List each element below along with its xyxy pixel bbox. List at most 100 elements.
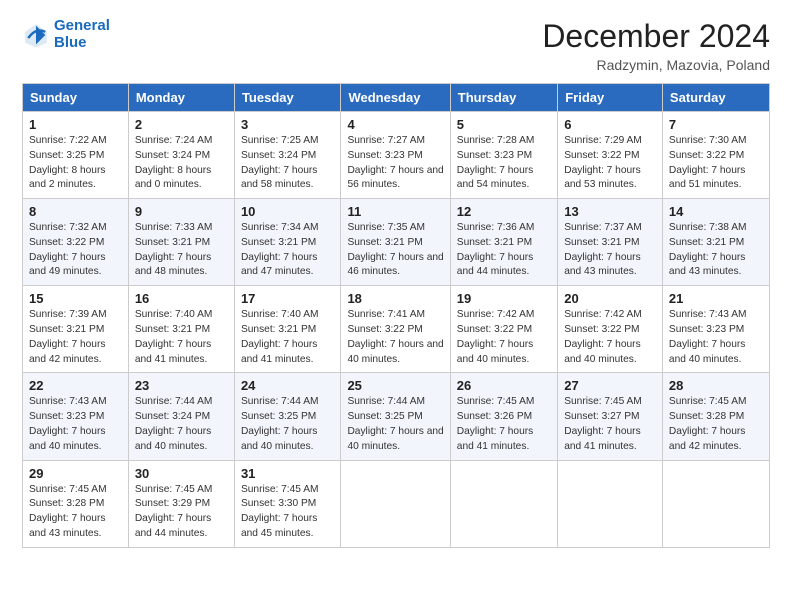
day-number: 13 xyxy=(564,204,656,219)
calendar-cell: 14Sunrise: 7:38 AMSunset: 3:21 PMDayligh… xyxy=(662,199,769,286)
day-number: 30 xyxy=(135,466,228,481)
day-info: Sunrise: 7:45 AMSunset: 3:29 PMDaylight:… xyxy=(135,483,228,542)
calendar-cell: 19 Sunrise: 7:42 AMSunset: 3:22 PMDayligh… xyxy=(450,286,557,373)
day-info: Sunrise: 7:44 AMSunset: 3:24 PMDaylight:… xyxy=(135,395,228,454)
day-number: 20 xyxy=(564,291,656,306)
col-header-thursday: Thursday xyxy=(450,84,557,112)
logo: General Blue xyxy=(22,18,110,51)
col-header-tuesday: Tuesday xyxy=(234,84,341,112)
logo-icon xyxy=(22,21,50,49)
calendar-cell: 25 Sunrise: 7:44 AMSunset: 3:25 PMDayligh… xyxy=(341,373,450,460)
day-info: Sunrise: 7:25 AMSunset: 3:24 PMDaylight:… xyxy=(241,134,335,193)
day-number: 15 xyxy=(29,291,122,306)
calendar-cell: 26 Sunrise: 7:45 AMSunset: 3:26 PMDayligh… xyxy=(450,373,557,460)
day-number: 31 xyxy=(241,466,335,481)
day-info: Sunrise: 7:44 AMSunset: 3:25 PMDaylight:… xyxy=(241,395,335,454)
day-info: Sunrise: 7:33 AMSunset: 3:21 PMDaylight:… xyxy=(135,221,228,280)
day-number: 8 xyxy=(29,204,122,219)
day-info: Sunrise: 7:29 AMSunset: 3:22 PMDaylight:… xyxy=(564,134,656,193)
subtitle: Radzymin, Mazovia, Poland xyxy=(542,57,770,73)
day-info: Sunrise: 7:30 AMSunset: 3:22 PMDaylight:… xyxy=(669,134,763,193)
col-header-monday: Monday xyxy=(128,84,234,112)
calendar-cell: 10 Sunrise: 7:34 AMSunset: 3:21 PMDayligh… xyxy=(234,199,341,286)
calendar-cell: 16Sunrise: 7:40 AMSunset: 3:21 PMDayligh… xyxy=(128,286,234,373)
calendar-cell: 3 Sunrise: 7:25 AMSunset: 3:24 PMDaylight… xyxy=(234,112,341,199)
calendar-week-2: 8 Sunrise: 7:32 AMSunset: 3:22 PMDaylight… xyxy=(23,199,770,286)
day-number: 24 xyxy=(241,378,335,393)
day-info: Sunrise: 7:37 AMSunset: 3:21 PMDaylight:… xyxy=(564,221,656,280)
day-number: 28 xyxy=(669,378,763,393)
day-info: Sunrise: 7:35 AMSunset: 3:21 PMDaylight:… xyxy=(347,221,443,280)
calendar-cell: 7Sunrise: 7:30 AMSunset: 3:22 PMDaylight… xyxy=(662,112,769,199)
calendar-cell: 4 Sunrise: 7:27 AMSunset: 3:23 PMDaylight… xyxy=(341,112,450,199)
day-number: 16 xyxy=(135,291,228,306)
calendar-cell: 2Sunrise: 7:24 AMSunset: 3:24 PMDaylight… xyxy=(128,112,234,199)
day-info: Sunrise: 7:45 AMSunset: 3:28 PMDaylight:… xyxy=(29,483,122,542)
day-number: 27 xyxy=(564,378,656,393)
day-number: 26 xyxy=(457,378,551,393)
calendar-cell xyxy=(662,460,769,547)
day-info: Sunrise: 7:28 AMSunset: 3:23 PMDaylight:… xyxy=(457,134,551,193)
calendar-cell: 30 Sunrise: 7:45 AMSunset: 3:29 PMDayligh… xyxy=(128,460,234,547)
day-number: 1 xyxy=(29,117,122,132)
calendar-table: SundayMondayTuesdayWednesdayThursdayFrid… xyxy=(22,83,770,548)
day-number: 29 xyxy=(29,466,122,481)
day-number: 12 xyxy=(457,204,551,219)
col-header-sunday: Sunday xyxy=(23,84,129,112)
col-header-wednesday: Wednesday xyxy=(341,84,450,112)
calendar-cell: 11Sunrise: 7:35 AMSunset: 3:21 PMDayligh… xyxy=(341,199,450,286)
calendar-cell: 28 Sunrise: 7:45 AMSunset: 3:28 PMDayligh… xyxy=(662,373,769,460)
day-info: Sunrise: 7:34 AMSunset: 3:21 PMDaylight:… xyxy=(241,221,335,280)
day-number: 10 xyxy=(241,204,335,219)
calendar-week-4: 22Sunrise: 7:43 AMSunset: 3:23 PMDayligh… xyxy=(23,373,770,460)
day-info: Sunrise: 7:40 AMSunset: 3:21 PMDaylight:… xyxy=(241,308,335,367)
header: General Blue December 2024 Radzymin, Maz… xyxy=(22,18,770,73)
day-info: Sunrise: 7:44 AMSunset: 3:25 PMDaylight:… xyxy=(347,395,443,454)
calendar-cell: 12 Sunrise: 7:36 AMSunset: 3:21 PMDayligh… xyxy=(450,199,557,286)
calendar-week-5: 29 Sunrise: 7:45 AMSunset: 3:28 PMDayligh… xyxy=(23,460,770,547)
day-info: Sunrise: 7:41 AMSunset: 3:22 PMDaylight:… xyxy=(347,308,443,367)
page: General Blue December 2024 Radzymin, Maz… xyxy=(0,0,792,612)
calendar-cell: 27 Sunrise: 7:45 AMSunset: 3:27 PMDayligh… xyxy=(558,373,663,460)
day-number: 14 xyxy=(669,204,763,219)
calendar-cell: 22Sunrise: 7:43 AMSunset: 3:23 PMDayligh… xyxy=(23,373,129,460)
day-number: 25 xyxy=(347,378,443,393)
calendar-header-row: SundayMondayTuesdayWednesdayThursdayFrid… xyxy=(23,84,770,112)
day-info: Sunrise: 7:39 AMSunset: 3:21 PMDaylight:… xyxy=(29,308,122,367)
day-info: Sunrise: 7:45 AMSunset: 3:27 PMDaylight:… xyxy=(564,395,656,454)
calendar-cell: 17 Sunrise: 7:40 AMSunset: 3:21 PMDayligh… xyxy=(234,286,341,373)
day-number: 21 xyxy=(669,291,763,306)
calendar-cell: 23Sunrise: 7:44 AMSunset: 3:24 PMDayligh… xyxy=(128,373,234,460)
calendar-week-1: 1Sunrise: 7:22 AMSunset: 3:25 PMDaylight… xyxy=(23,112,770,199)
col-header-friday: Friday xyxy=(558,84,663,112)
calendar-cell: 1Sunrise: 7:22 AMSunset: 3:25 PMDaylight… xyxy=(23,112,129,199)
calendar-cell: 20Sunrise: 7:42 AMSunset: 3:22 PMDayligh… xyxy=(558,286,663,373)
calendar-cell xyxy=(558,460,663,547)
calendar-cell xyxy=(341,460,450,547)
calendar-cell: 5Sunrise: 7:28 AMSunset: 3:23 PMDaylight… xyxy=(450,112,557,199)
calendar-cell: 18Sunrise: 7:41 AMSunset: 3:22 PMDayligh… xyxy=(341,286,450,373)
day-number: 19 xyxy=(457,291,551,306)
day-info: Sunrise: 7:36 AMSunset: 3:21 PMDaylight:… xyxy=(457,221,551,280)
day-info: Sunrise: 7:32 AMSunset: 3:22 PMDaylight:… xyxy=(29,221,122,280)
day-info: Sunrise: 7:45 AMSunset: 3:30 PMDaylight:… xyxy=(241,483,335,542)
day-info: Sunrise: 7:45 AMSunset: 3:26 PMDaylight:… xyxy=(457,395,551,454)
title-block: December 2024 Radzymin, Mazovia, Poland xyxy=(542,18,770,73)
calendar-cell: 29 Sunrise: 7:45 AMSunset: 3:28 PMDayligh… xyxy=(23,460,129,547)
day-info: Sunrise: 7:27 AMSunset: 3:23 PMDaylight:… xyxy=(347,134,443,193)
day-number: 4 xyxy=(347,117,443,132)
main-title: December 2024 xyxy=(542,18,770,55)
day-info: Sunrise: 7:42 AMSunset: 3:22 PMDaylight:… xyxy=(457,308,551,367)
day-number: 3 xyxy=(241,117,335,132)
day-number: 9 xyxy=(135,204,228,219)
day-number: 17 xyxy=(241,291,335,306)
logo-text: General Blue xyxy=(54,18,110,51)
calendar-cell xyxy=(450,460,557,547)
calendar-cell: 8 Sunrise: 7:32 AMSunset: 3:22 PMDaylight… xyxy=(23,199,129,286)
day-number: 6 xyxy=(564,117,656,132)
calendar-cell: 31 Sunrise: 7:45 AMSunset: 3:30 PMDayligh… xyxy=(234,460,341,547)
day-info: Sunrise: 7:24 AMSunset: 3:24 PMDaylight:… xyxy=(135,134,228,193)
calendar-cell: 13 Sunrise: 7:37 AMSunset: 3:21 PMDayligh… xyxy=(558,199,663,286)
col-header-saturday: Saturday xyxy=(662,84,769,112)
day-info: Sunrise: 7:45 AMSunset: 3:28 PMDaylight:… xyxy=(669,395,763,454)
